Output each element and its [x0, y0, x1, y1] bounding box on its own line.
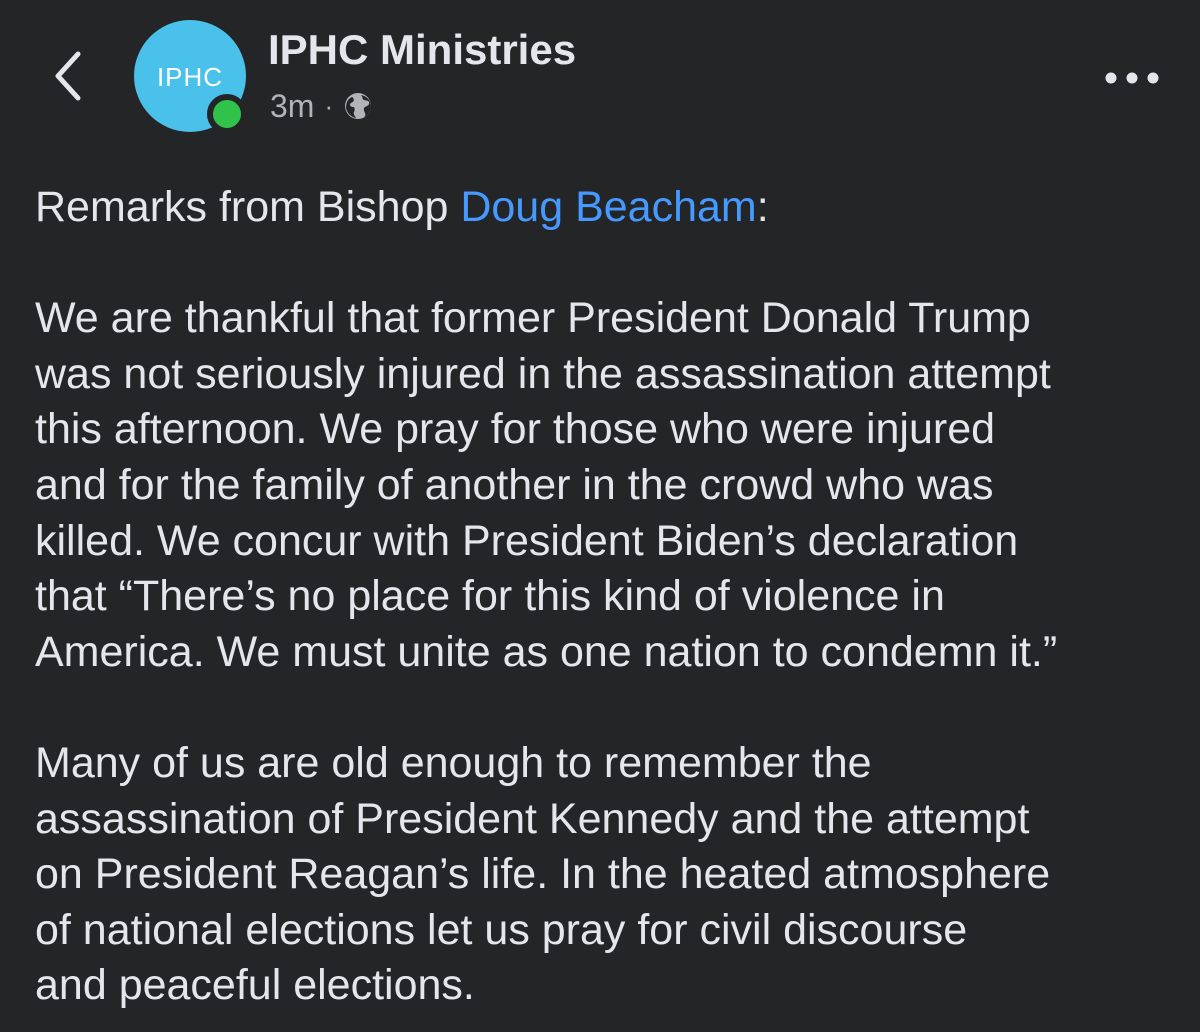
page-name[interactable]: IPHC Ministries — [268, 26, 576, 74]
intro-prefix: Remarks from Bishop — [35, 183, 461, 231]
post-meta: 3m · — [270, 84, 373, 128]
post-line: and peaceful elections. — [35, 961, 475, 1010]
globe-icon[interactable] — [343, 91, 373, 121]
post-line: Many of us are old enough to remember th… — [35, 738, 872, 787]
post-line: of national elections let us pray for ci… — [35, 905, 968, 954]
post-paragraph-3: Many of us are old enough to remember th… — [35, 736, 1175, 1014]
post-paragraph-2: We are thankful that former President Do… — [35, 291, 1175, 680]
post-line: this afternoon. We pray for those who we… — [35, 405, 996, 454]
more-horizontal-icon — [1105, 72, 1159, 84]
post-line: that “There’s no place for this kind of … — [35, 572, 945, 621]
meta-separator: · — [324, 90, 334, 121]
post-line: killed. We concur with President Biden’s… — [35, 516, 1019, 565]
post-header: IPHC IPHC Ministries 3m · — [0, 0, 1200, 150]
post-line: and for the family of another in the cro… — [35, 460, 994, 509]
post-line: on President Reagan’s life. In the heate… — [35, 850, 1051, 899]
back-button[interactable] — [40, 44, 96, 108]
mention-link[interactable]: Doug Beacham — [460, 183, 756, 231]
post-line: We are thankful that former President Do… — [35, 294, 1031, 343]
post-intro: Remarks from Bishop Doug Beacham: — [35, 180, 1175, 236]
post-line: assassination of President Kennedy and t… — [35, 794, 1030, 843]
more-options-button[interactable] — [1100, 58, 1164, 98]
post-text: Remarks from Bishop Doug Beacham: We are… — [35, 180, 1175, 1014]
post-timestamp[interactable]: 3m — [270, 88, 314, 125]
chevron-left-icon — [55, 51, 81, 101]
intro-suffix: : — [756, 183, 769, 231]
post-line: America. We must unite as one nation to … — [35, 627, 1058, 676]
online-status-indicator — [207, 94, 247, 134]
post-line: was not seriously injured in the assassi… — [35, 349, 1051, 398]
